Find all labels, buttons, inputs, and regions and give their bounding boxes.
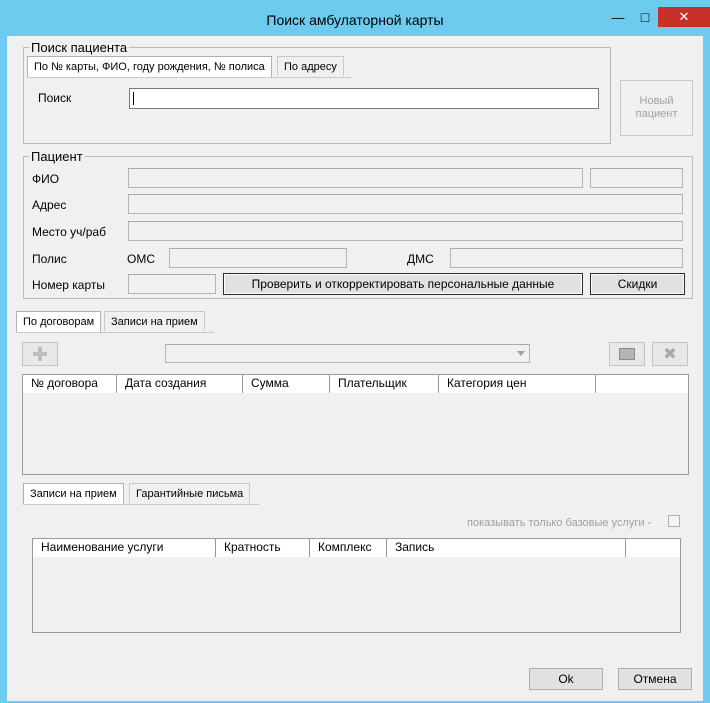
contract-filter-select[interactable] (165, 344, 530, 363)
printer-icon (619, 348, 635, 360)
column-filler (596, 375, 688, 393)
cancel-button[interactable]: Отмена (618, 668, 692, 690)
appointments-tab-underline (23, 504, 259, 505)
only-basic-services-checkbox[interactable] (668, 515, 680, 527)
card-number-label: Номер карты (32, 278, 105, 292)
maximize-icon[interactable]: □ (632, 7, 658, 27)
fio-label: ФИО (32, 172, 60, 186)
new-patient-button-label: Новый пациент (635, 95, 678, 120)
verify-personal-data-button[interactable]: Проверить и откорректировать персональны… (223, 273, 583, 295)
services-grid-header: Наименование услуги Кратность Комплекс З… (33, 539, 680, 557)
text-caret (133, 92, 134, 105)
card-number-field[interactable] (128, 274, 216, 294)
column-payer[interactable]: Плательщик (330, 375, 439, 393)
patient-search-legend: Поиск пациента (31, 40, 128, 55)
contracts-tab-underline (16, 332, 214, 333)
column-created-date[interactable]: Дата создания (117, 375, 243, 393)
workplace-label: Место уч/раб (32, 225, 106, 239)
column-complex[interactable]: Комплекс (310, 539, 387, 557)
column-service-name[interactable]: Наименование услуги (33, 539, 216, 557)
close-icon[interactable]: ✕ (658, 7, 710, 27)
delete-contract-button[interactable]: ✖ (652, 342, 688, 366)
search-tab-underline (27, 77, 351, 78)
tab-by-contracts[interactable]: По договорам (16, 311, 102, 332)
delete-icon: ✖ (663, 346, 677, 363)
column-filler-services (626, 539, 680, 557)
dialog-client-area: Поиск пациента По № карты, ФИО, году рож… (7, 36, 703, 701)
services-grid[interactable]: Наименование услуги Кратность Комплекс З… (32, 538, 681, 633)
workplace-field[interactable] (128, 221, 683, 241)
oms-label: ОМС (127, 252, 155, 266)
new-patient-button[interactable]: Новый пациент (620, 80, 693, 136)
birth-year-field[interactable] (590, 168, 683, 188)
search-input[interactable] (129, 88, 599, 109)
dialog-window: Поиск амбулаторной карты — □ ✕ Поиск пац… (0, 0, 710, 703)
dms-label: ДМС (407, 252, 434, 266)
print-button[interactable] (609, 342, 645, 366)
ok-button[interactable]: Ok (529, 668, 603, 690)
column-sum[interactable]: Сумма (243, 375, 330, 393)
tab-appointments-top[interactable]: Записи на прием (104, 311, 205, 331)
dms-field[interactable] (450, 248, 683, 268)
column-record[interactable]: Запись (387, 539, 626, 557)
tab-appointments[interactable]: Записи на прием (23, 483, 124, 504)
tab-guarantee-letters[interactable]: Гарантийные письма (129, 483, 251, 503)
column-price-category[interactable]: Категория цен (439, 375, 596, 393)
column-multiplicity[interactable]: Кратность (216, 539, 310, 557)
add-contract-button[interactable] (22, 342, 58, 366)
discounts-button[interactable]: Скидки (590, 273, 685, 295)
minimize-icon[interactable]: — (605, 7, 631, 27)
oms-field[interactable] (169, 248, 347, 268)
search-label: Поиск (38, 91, 72, 105)
title-bar[interactable]: Поиск амбулаторной карты — □ ✕ (0, 0, 710, 36)
window-title: Поиск амбулаторной карты (266, 12, 444, 28)
address-field[interactable] (128, 194, 683, 214)
contracts-grid[interactable]: № договора Дата создания Сумма Плательщи… (22, 374, 689, 475)
plus-icon (33, 347, 47, 361)
fio-field[interactable] (128, 168, 583, 188)
chevron-down-icon (517, 351, 525, 356)
policy-label: Полис (32, 252, 67, 266)
contracts-grid-header: № договора Дата создания Сумма Плательщи… (23, 375, 688, 393)
only-basic-services-label: показывать только базовые услуги - (467, 517, 652, 529)
tab-search-by-card[interactable]: По № карты, ФИО, году рождения, № полиса (27, 56, 272, 77)
maximize-glyph: □ (640, 9, 650, 25)
patient-legend: Пациент (31, 149, 83, 164)
address-label: Адрес (32, 198, 67, 212)
tab-search-by-address[interactable]: По адресу (277, 56, 344, 76)
column-contract-number[interactable]: № договора (23, 375, 117, 393)
